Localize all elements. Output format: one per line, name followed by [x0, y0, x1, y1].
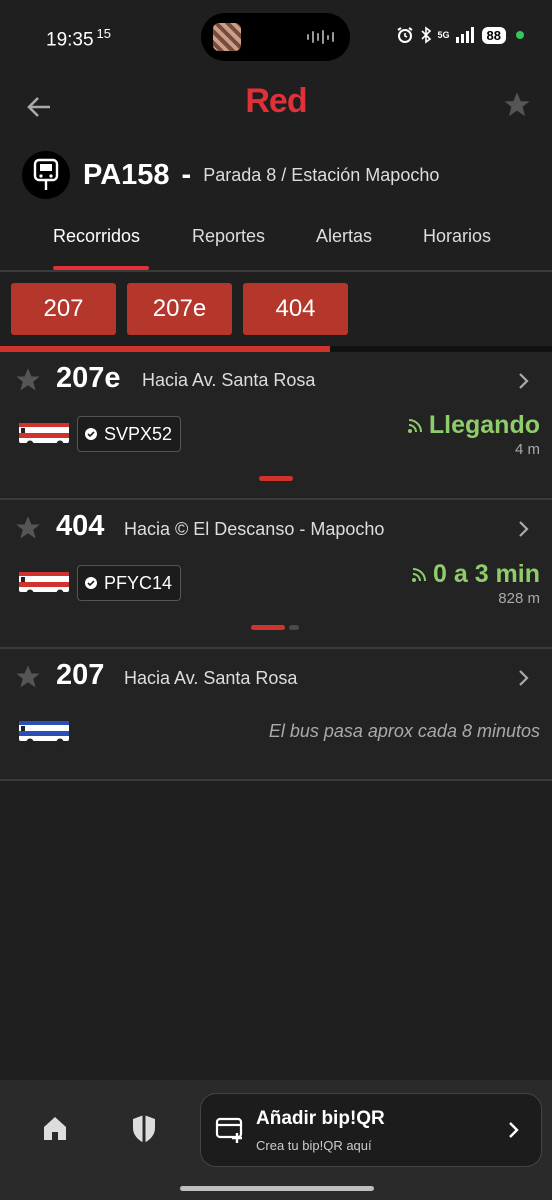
chevron-right-icon [509, 1122, 519, 1138]
chevron-right-icon[interactable] [516, 520, 532, 538]
route-direction: Hacia Av. Santa Rosa [142, 370, 316, 390]
red-bus-icon [19, 572, 69, 597]
alarm-icon [396, 27, 413, 43]
star-icon[interactable] [14, 514, 42, 542]
app-bar: Red [0, 76, 552, 136]
license-plate: PFYC14 [77, 565, 182, 601]
star-icon[interactable] [14, 366, 42, 394]
route-number: 404 [56, 510, 105, 542]
plate-number: PFYC14 [104, 572, 173, 593]
plate-number: SVPX52 [104, 423, 173, 444]
arrival-card-404[interactable]: 404 Hacia © El Descanso - Mapocho PFYC14… [0, 500, 552, 647]
favorite-star-icon[interactable] [502, 90, 532, 120]
pager-dots [251, 625, 299, 630]
tab-bar: Recorridos Reportes Alertas Horarios [0, 218, 552, 270]
tab-recorridos[interactable]: Recorridos [53, 226, 140, 247]
bus-stop-icon [22, 151, 70, 199]
add-bip-qr-button[interactable]: Añadir bip!QR Crea tu bip!QR aquí [200, 1093, 542, 1167]
status-icons: 5G 88 [396, 26, 524, 44]
home-indicator[interactable] [180, 1186, 374, 1191]
arrival-card-207[interactable]: 207 Hacia Av. Santa Rosa El bus pasa apr… [0, 649, 552, 779]
chevron-right-icon[interactable] [516, 372, 532, 390]
card-divider [0, 779, 552, 781]
eta-text: 0 a 3 min [433, 560, 540, 588]
home-icon[interactable] [38, 1112, 72, 1146]
bip-subtitle: Crea tu bip!QR aquí [256, 1138, 372, 1153]
tab-divider [0, 270, 552, 272]
live-signal-icon [412, 567, 426, 582]
arrival-eta: 0 a 3 min [411, 560, 540, 589]
chevron-right-icon[interactable] [516, 669, 532, 687]
license-plate: SVPX52 [77, 416, 182, 452]
bip-title: Añadir bip!QR [256, 1108, 385, 1129]
pager-dots [259, 476, 293, 481]
arrival-card-207e[interactable]: 207e Hacia Av. Santa Rosa SVPX52 Llegand… [0, 352, 552, 498]
route-chips: 207 207e 404 [11, 283, 348, 335]
privacy-dot [516, 31, 524, 39]
dynamic-island [201, 13, 350, 61]
live-signal-icon [407, 418, 422, 433]
route-direction: Hacia © El Descanso - Mapocho [124, 519, 385, 539]
status-temperature: 15 [96, 26, 112, 41]
audio-wave-icon [307, 30, 334, 44]
stop-code: PA158 [83, 158, 170, 191]
stop-name: Parada 8 / Estación Mapocho [203, 164, 440, 185]
arrival-eta: Llegando [407, 411, 540, 440]
blue-bus-icon [19, 721, 69, 746]
stop-separator: - [181, 158, 192, 191]
tab-alertas[interactable]: Alertas [316, 226, 372, 247]
route-number: 207e [56, 362, 121, 394]
shield-badge-icon [85, 428, 97, 440]
network-label: 5G [437, 30, 450, 40]
stop-header: PA158 - Parada 8 / Estación Mapocho [22, 150, 552, 200]
route-chip-207e[interactable]: 207e [127, 283, 232, 335]
eta-text: Llegando [428, 411, 540, 439]
media-thumbnail [213, 23, 241, 51]
route-chip-207[interactable]: 207 [11, 283, 116, 335]
status-bar: 19:35 15 5G 88 [0, 0, 552, 76]
card-add-icon [215, 1117, 243, 1143]
battery-indicator: 88 [481, 26, 506, 44]
status-time: 19:35 15 [46, 26, 112, 51]
frequency-note: El bus pasa aprox cada 8 minutos [268, 721, 540, 741]
route-chip-404[interactable]: 404 [243, 283, 348, 335]
app-logo: Red [245, 82, 307, 120]
red-bus-icon [19, 423, 69, 448]
bluetooth-icon [420, 26, 431, 44]
route-direction: Hacia Av. Santa Rosa [124, 668, 298, 688]
shield-badge-icon [85, 577, 97, 589]
tab-horarios[interactable]: Horarios [423, 226, 491, 247]
bus-distance: 828 m [498, 590, 540, 607]
route-number: 207 [56, 659, 105, 691]
bus-distance: 4 m [514, 441, 540, 458]
signal-icon [455, 27, 474, 43]
shield-icon[interactable] [128, 1112, 160, 1146]
tab-reportes[interactable]: Reportes [192, 226, 265, 247]
bottom-navigation: Añadir bip!QR Crea tu bip!QR aquí [0, 1080, 552, 1200]
star-icon[interactable] [14, 663, 42, 691]
